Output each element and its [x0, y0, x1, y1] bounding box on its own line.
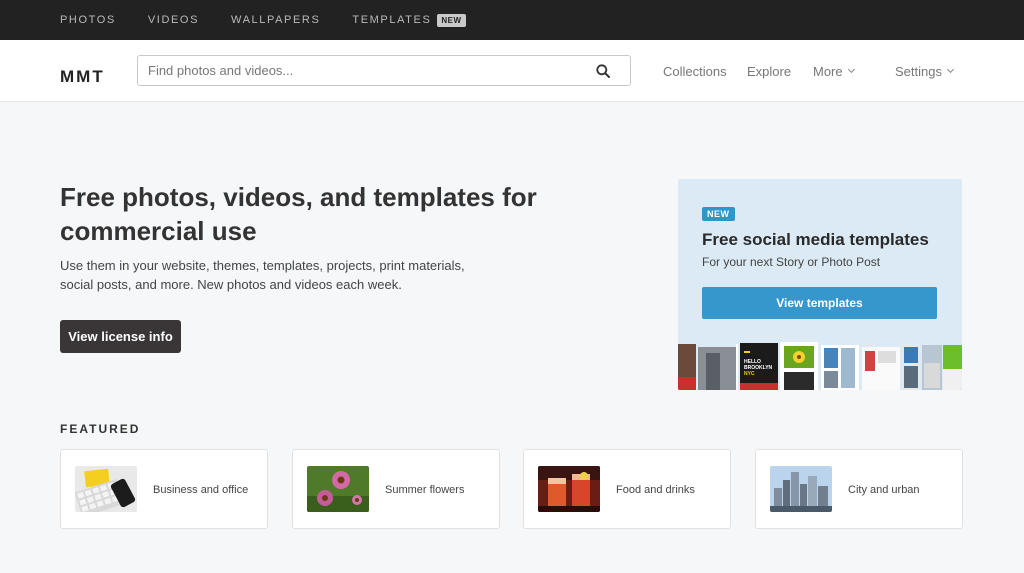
templates-promo-card: NEW Free social media templates For your…: [678, 179, 962, 390]
featured-card-label: Summer flowers: [385, 484, 465, 496]
hero-description: Use them in your website, themes, templa…: [60, 258, 465, 292]
drinks-photo-icon: [538, 466, 600, 512]
top-nav-videos[interactable]: VIDEOS: [148, 14, 199, 26]
featured-card-city[interactable]: City and urban: [755, 449, 963, 529]
top-nav-bar: PHOTOS VIDEOS WALLPAPERS TEMPLATES NEW: [0, 0, 1024, 40]
top-nav-templates[interactable]: TEMPLATES NEW: [352, 13, 466, 27]
featured-card-business[interactable]: Business and office: [60, 449, 268, 529]
keyboard-photo-icon: [75, 466, 137, 512]
header: MMT Collections Explore More Settings: [0, 40, 1024, 102]
top-nav-photos[interactable]: PHOTOS: [60, 14, 116, 26]
view-templates-button[interactable]: View templates: [702, 287, 937, 319]
featured-heading: FEATURED: [60, 422, 141, 436]
nav-more[interactable]: More: [813, 64, 855, 79]
nav-settings[interactable]: Settings: [895, 64, 955, 79]
new-badge: NEW: [437, 13, 466, 27]
nav-explore[interactable]: Explore: [747, 64, 791, 79]
nav-explore-label: Explore: [747, 64, 792, 79]
top-nav-templates-label: TEMPLATES: [352, 14, 432, 26]
flowers-photo-icon: [307, 466, 369, 512]
nav-settings-label: Settings: [895, 64, 942, 79]
chevron-down-icon: [847, 65, 855, 74]
promo-new-badge: NEW: [702, 207, 735, 221]
featured-card-label: Business and office: [153, 484, 249, 496]
search-input[interactable]: [148, 56, 588, 85]
template-thumbnails-image: HELLO BROOKLYN NYC: [678, 342, 962, 390]
nav-more-label: More: [813, 64, 843, 79]
featured-card-label: Food and drinks: [616, 484, 695, 496]
featured-card-flowers[interactable]: Summer flowers: [292, 449, 500, 529]
logo[interactable]: MMT: [60, 67, 105, 87]
featured-card-label: City and urban: [848, 484, 920, 496]
city-photo-icon: [770, 466, 832, 512]
chevron-down-icon: [946, 65, 955, 74]
featured-card-food[interactable]: Food and drinks: [523, 449, 731, 529]
search-icon[interactable]: [596, 64, 610, 78]
top-nav-wallpapers[interactable]: WALLPAPERS: [231, 14, 320, 26]
hero-title: Free photos, videos, and templates for c…: [60, 182, 537, 246]
view-license-button[interactable]: View license info: [60, 320, 181, 353]
search-box: [137, 55, 631, 86]
nav-collections[interactable]: Collections: [663, 64, 727, 79]
nav-collections-label: Collections: [663, 64, 727, 79]
svg-text:NYC: NYC: [744, 371, 755, 377]
promo-subtitle: For your next Story or Photo Post: [702, 255, 881, 269]
promo-title: Free social media templates: [702, 230, 929, 249]
